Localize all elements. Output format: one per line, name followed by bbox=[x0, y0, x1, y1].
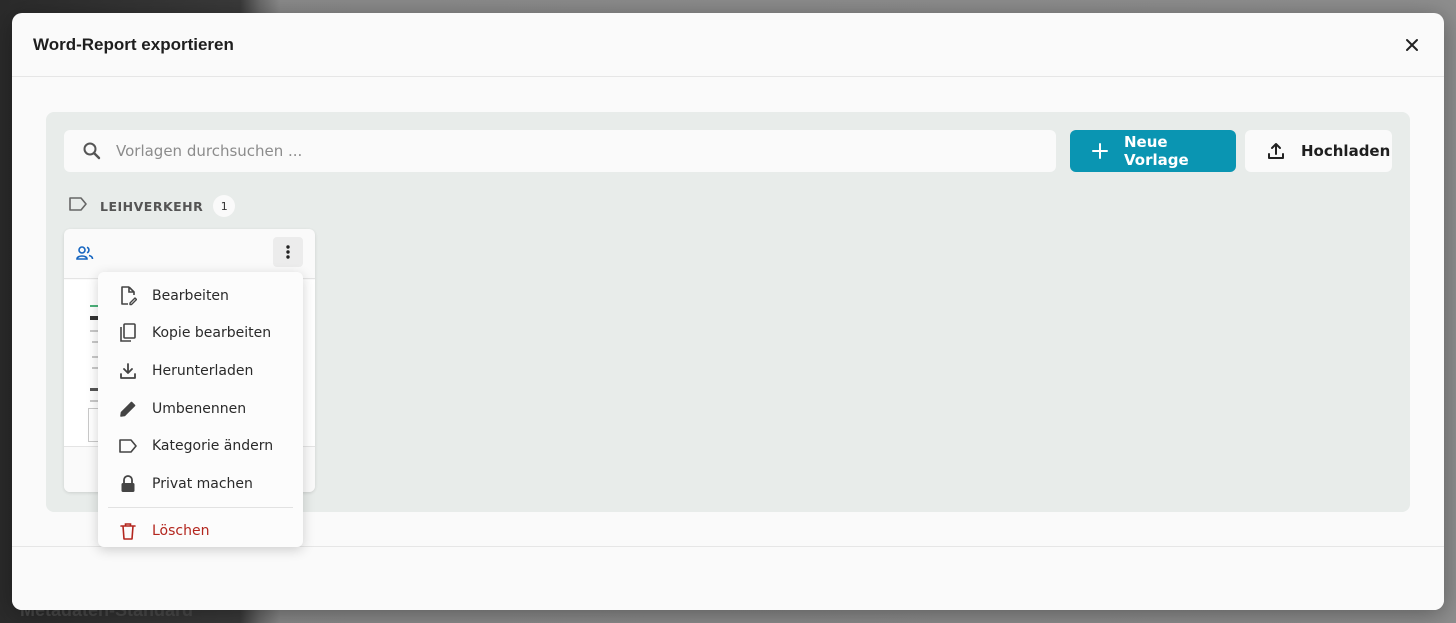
menu-item-label: Bearbeiten bbox=[152, 288, 229, 304]
category-count-badge: 1 bbox=[213, 195, 236, 217]
new-template-label: Neue Vorlage bbox=[1124, 133, 1189, 169]
dialog-footer bbox=[12, 546, 1444, 610]
download-icon bbox=[118, 361, 138, 381]
context-menu: Bearbeiten Kopie bearbeiten Herunterlade… bbox=[98, 272, 303, 547]
menu-divider bbox=[108, 507, 293, 508]
plus-icon bbox=[1092, 143, 1108, 159]
menu-item-make-private[interactable]: Privat machen bbox=[98, 466, 303, 502]
menu-item-label: Umbenennen bbox=[152, 401, 247, 417]
search-icon bbox=[82, 141, 102, 166]
close-icon bbox=[1406, 39, 1418, 51]
menu-item-copy-edit[interactable]: Kopie bearbeiten bbox=[98, 315, 303, 351]
pencil-icon bbox=[118, 399, 138, 419]
new-template-button[interactable]: Neue Vorlage bbox=[1070, 130, 1236, 172]
menu-item-label: Herunterladen bbox=[152, 363, 254, 379]
menu-item-delete[interactable]: Löschen bbox=[98, 513, 303, 547]
edit-document-icon bbox=[118, 286, 138, 306]
label-icon bbox=[118, 436, 138, 456]
dialog-title: Word-Report exportieren bbox=[33, 35, 234, 54]
category-name: LEIHVERKEHR bbox=[100, 198, 204, 214]
trash-icon bbox=[118, 521, 138, 541]
upload-button[interactable]: Hochladen bbox=[1245, 130, 1392, 172]
upload-label: Hochladen bbox=[1301, 142, 1391, 160]
close-button[interactable] bbox=[1398, 33, 1426, 57]
menu-item-change-category[interactable]: Kategorie ändern bbox=[98, 428, 303, 464]
dialog-header: Word-Report exportieren bbox=[12, 13, 1444, 77]
menu-item-edit[interactable]: Bearbeiten bbox=[98, 278, 303, 314]
shared-users-icon bbox=[76, 245, 94, 266]
label-icon bbox=[68, 196, 88, 217]
menu-item-label: Kategorie ändern bbox=[152, 438, 274, 454]
copy-icon bbox=[118, 323, 138, 343]
more-options-button[interactable] bbox=[273, 237, 303, 267]
search-box bbox=[64, 130, 1056, 172]
menu-item-label: Kopie bearbeiten bbox=[152, 325, 272, 341]
menu-item-label: Löschen bbox=[152, 523, 210, 539]
upload-icon bbox=[1267, 142, 1285, 160]
menu-item-label: Privat machen bbox=[152, 476, 253, 492]
menu-item-rename[interactable]: Umbenennen bbox=[98, 391, 303, 427]
lock-icon bbox=[118, 474, 138, 494]
more-vertical-icon bbox=[286, 245, 290, 259]
search-input[interactable] bbox=[116, 130, 1036, 172]
menu-item-download[interactable]: Herunterladen bbox=[98, 353, 303, 389]
category-header: LEIHVERKEHR 1 bbox=[68, 195, 236, 217]
